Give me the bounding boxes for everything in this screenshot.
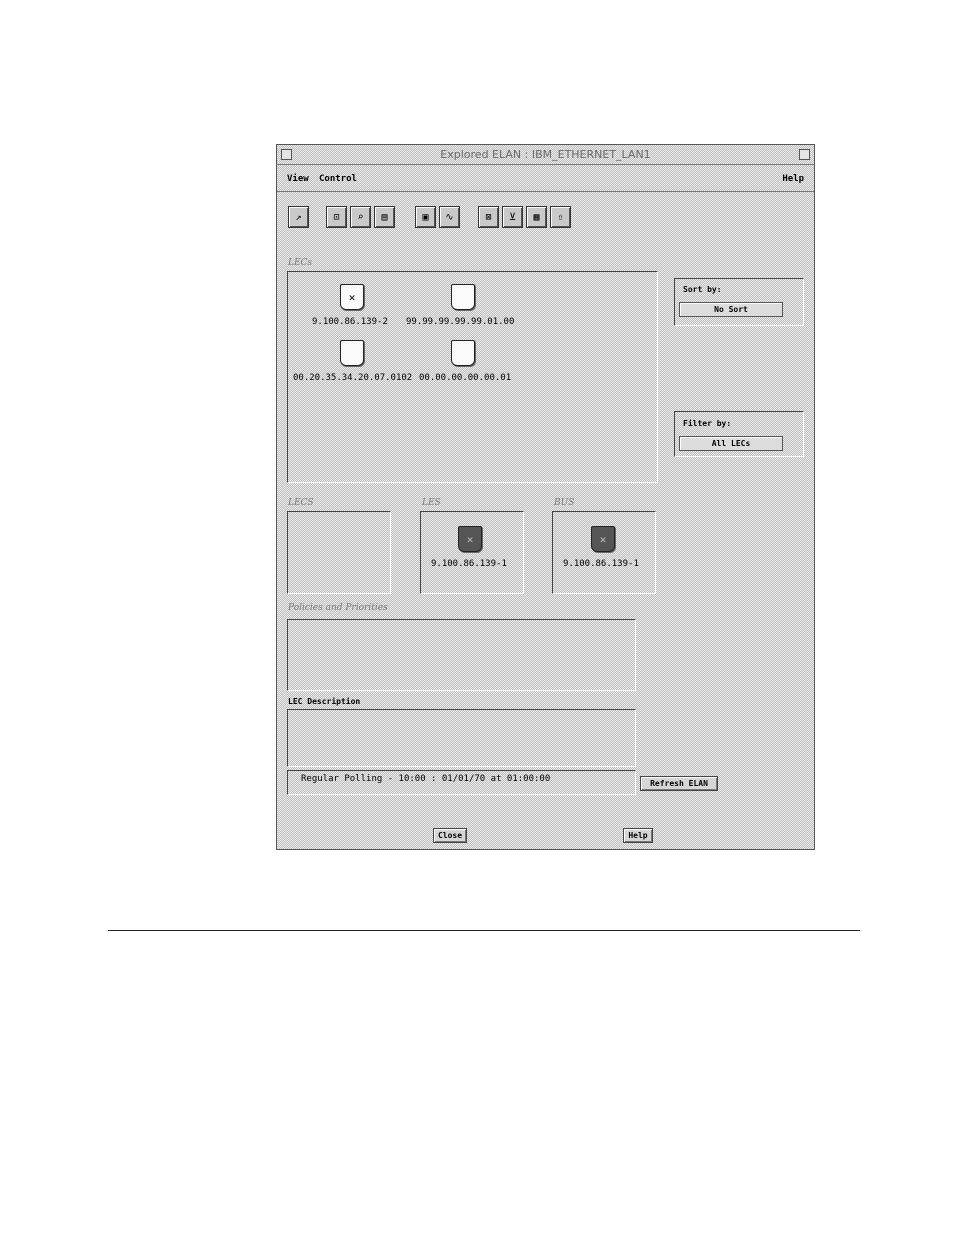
arrow-icon[interactable]: ↗ xyxy=(288,206,309,228)
lecs-group-label: LECS xyxy=(288,498,314,508)
close-button[interactable]: Close xyxy=(433,828,467,843)
graph-icon[interactable]: ∿ xyxy=(439,206,460,228)
filter-label: Filter by: xyxy=(683,419,732,428)
lec-description-label: LEC Description xyxy=(288,697,361,706)
window-title: Explored ELAN : IBM_ETHERNET_LAN1 xyxy=(440,148,651,161)
lec-icon[interactable]: ⊻ xyxy=(502,206,523,228)
refresh-elan-button[interactable]: Refresh ELAN xyxy=(640,776,718,791)
menu-help[interactable]: Help xyxy=(782,174,804,184)
les-icon[interactable]: ✕ xyxy=(458,526,482,552)
lec-address: 9.100.86.139-2 xyxy=(312,317,388,327)
monitor-icon[interactable]: ▣ xyxy=(415,206,436,228)
bus-group-label: BUS xyxy=(554,498,575,508)
window-menu-icon[interactable] xyxy=(281,149,292,160)
les-address: 9.100.86.139-1 xyxy=(431,559,507,569)
search-icon[interactable]: ⌕ xyxy=(350,206,371,228)
menu-control[interactable]: Control xyxy=(319,174,357,184)
list-icon[interactable]: ▦ xyxy=(526,206,547,228)
filter-dropdown[interactable]: All LECs xyxy=(679,436,783,451)
lecs-section-label: LECs xyxy=(288,258,313,268)
explored-elan-window: Explored ELAN : IBM_ETHERNET_LAN1 View C… xyxy=(276,144,815,850)
policies-label: Policies and Priorities xyxy=(288,603,388,613)
sort-label: Sort by: xyxy=(683,285,722,294)
les-group-label: LES xyxy=(422,498,441,508)
lec-icon[interactable] xyxy=(451,340,475,366)
lec-address: 00.20.35.34.20.07.0102 xyxy=(293,373,413,383)
list-icon[interactable]: ▤ xyxy=(374,206,395,228)
sort-dropdown[interactable]: No Sort xyxy=(679,302,783,317)
status-text: Regular Polling - 10:00 : 01/01/70 at 01… xyxy=(301,774,551,784)
lec-address: 99.99.99.99.99.01.00 xyxy=(406,317,515,327)
help-button[interactable]: Help xyxy=(623,828,653,843)
lec-icon[interactable]: ✕ xyxy=(340,284,364,310)
up-icon[interactable]: ⇧ xyxy=(550,206,571,228)
bus-icon[interactable]: ✕ xyxy=(591,526,615,552)
lec-icon[interactable]: ⊠ xyxy=(478,206,499,228)
maximize-icon[interactable] xyxy=(799,149,810,160)
lec-icon[interactable]: ⊡ xyxy=(326,206,347,228)
title-bar[interactable]: Explored ELAN : IBM_ETHERNET_LAN1 xyxy=(277,145,814,165)
menu-bar: View Control Help xyxy=(277,165,814,192)
bus-address: 9.100.86.139-1 xyxy=(563,559,639,569)
lecs-group-panel xyxy=(287,511,391,594)
lec-icon[interactable] xyxy=(340,340,364,366)
les-group-panel xyxy=(420,511,524,594)
lec-description-panel xyxy=(287,709,636,767)
policies-panel xyxy=(287,619,636,691)
menu-view[interactable]: View xyxy=(287,174,309,184)
lec-icon[interactable] xyxy=(451,284,475,310)
page-divider xyxy=(108,930,860,931)
bus-group-panel xyxy=(552,511,656,594)
lec-address: 00.00.00.00.00.01 xyxy=(419,373,512,383)
